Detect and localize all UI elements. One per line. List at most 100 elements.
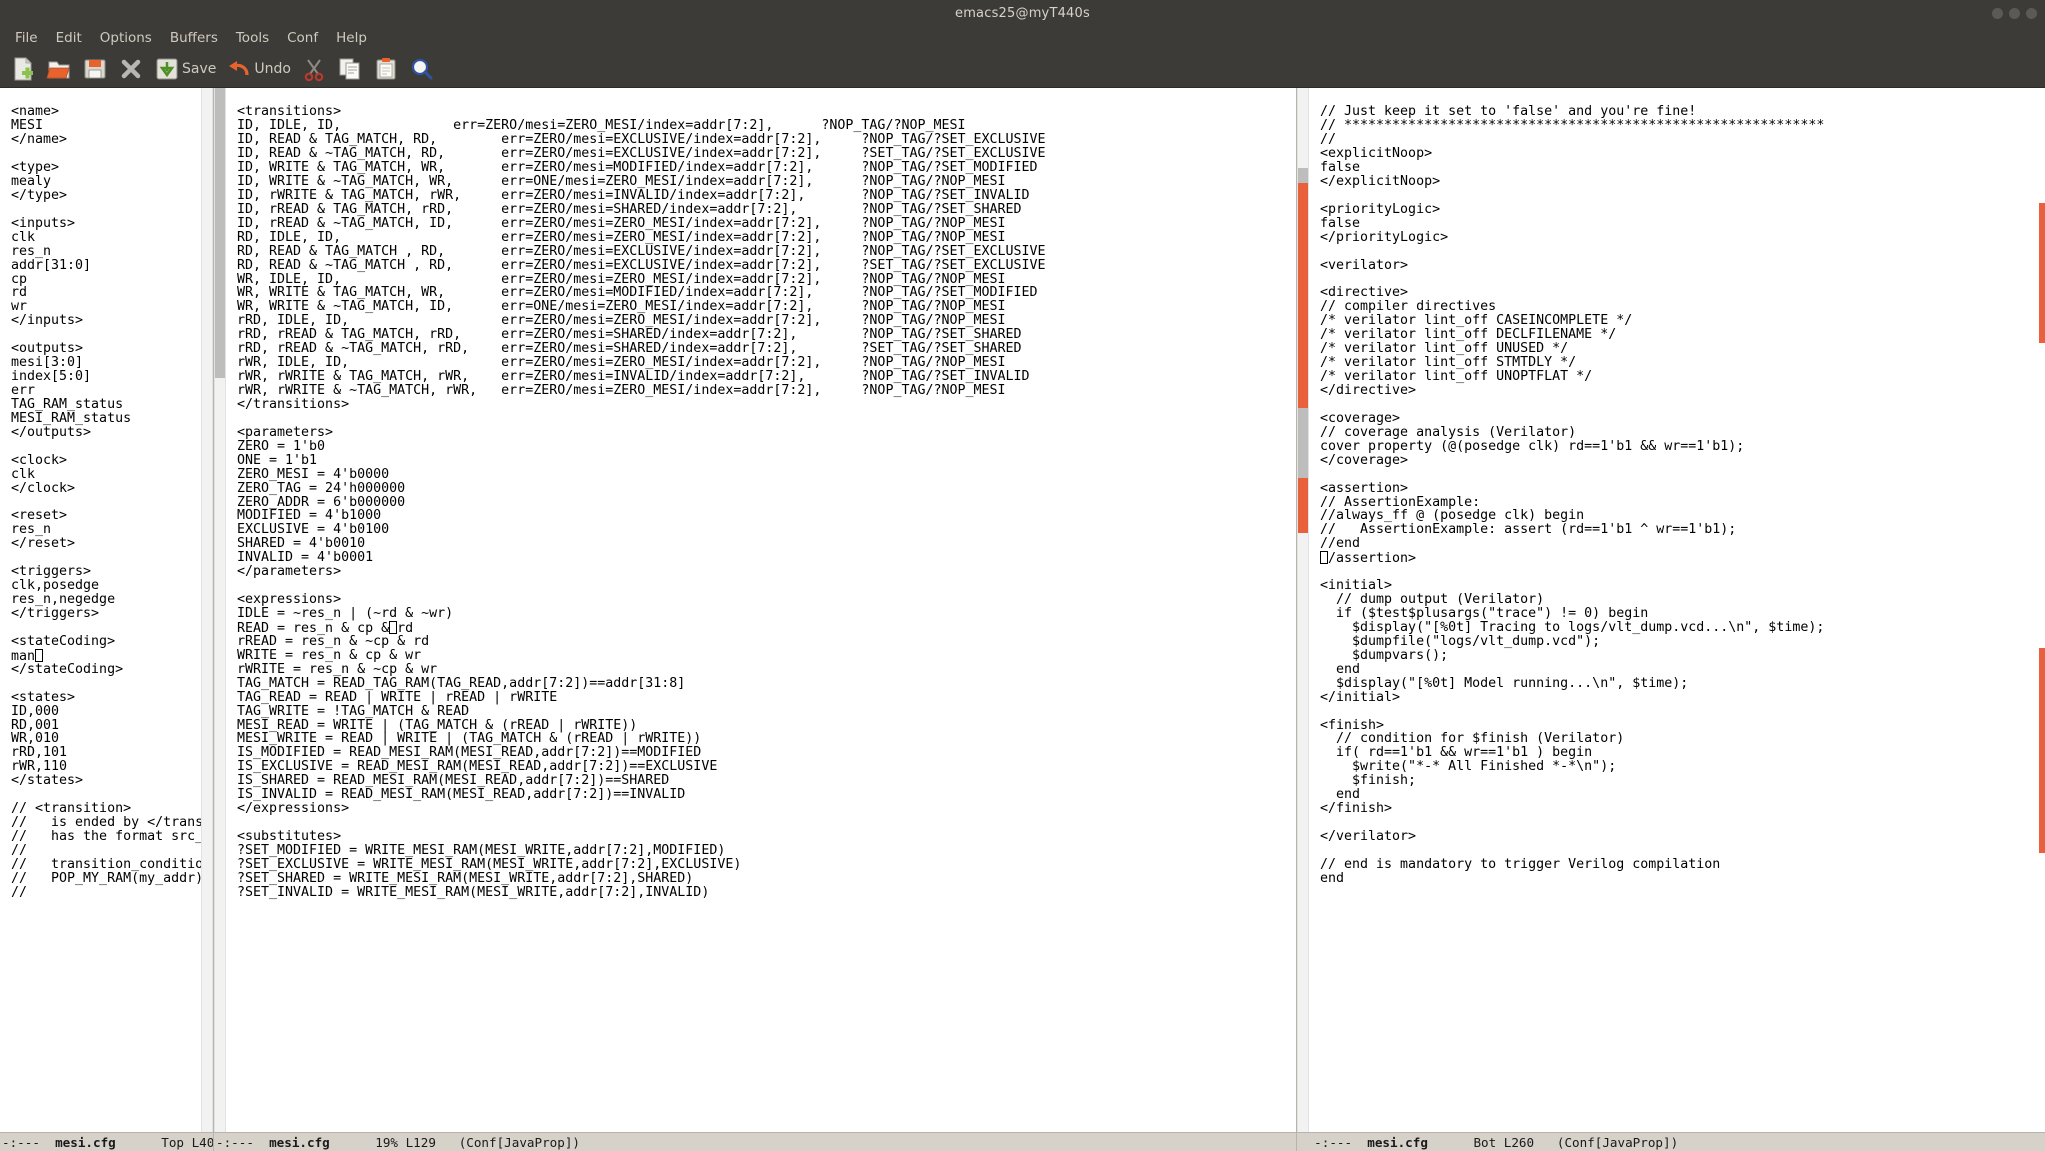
buffer-line: ?SET_MODIFIED = WRITE_MESI_RAM(MESI_WRIT… [237, 842, 726, 858]
buffer-line: /* verilator lint_off CASEINCOMPLETE */ [1320, 313, 1633, 329]
buffer-line: </name> [11, 132, 68, 148]
buffer-line: </initial> [1320, 689, 1401, 705]
buffer-line: IS_EXCLUSIVE = READ_MESI_RAM(MESI_READ,a… [237, 759, 718, 775]
close-buffer-button[interactable] [114, 52, 148, 86]
buffer-line: // condition for $finish (Verilator) [1320, 731, 1625, 747]
buffer-line: if ($test$plusargs("trace") != 0) begin [1320, 606, 1649, 622]
buffer-text-middle[interactable]: <transitions> ID, IDLE, ID, err=ZERO/mesi… [235, 101, 1296, 1118]
buffer-line: ONE = 1'b1 [237, 452, 318, 468]
minimize-button[interactable] [1992, 7, 2003, 19]
cut-button[interactable] [297, 52, 331, 86]
new-file-button[interactable] [6, 52, 40, 86]
buffer-line: end [1320, 870, 1345, 886]
buffer-line: <name> [11, 104, 60, 120]
menu-tools[interactable]: Tools [227, 28, 278, 48]
buffer-line: addr[31:0] [11, 257, 92, 273]
save-down-arrow-icon [156, 58, 178, 79]
buffer-line: </reset> [11, 536, 76, 552]
text-cursor [1320, 551, 1328, 565]
open-file-button[interactable] [42, 52, 76, 86]
paste-button[interactable] [369, 52, 403, 86]
scrollbar-left[interactable] [201, 88, 213, 1132]
search-magnifier-icon [411, 58, 433, 79]
buffer-line: rWR, IDLE, ID, err=ZERO/mesi=ZERO_MESI/i… [237, 355, 1006, 371]
buffer-line: // Just keep it set to 'false' and you'r… [1320, 104, 1697, 120]
buffer-line: WR,010 [11, 731, 60, 747]
modeline-left-buffer: mesi.cfg [55, 1134, 116, 1150]
buffer-line: <initial> [1320, 578, 1393, 594]
undo-arrow-icon [229, 60, 249, 75]
buffer-line: <clock> [11, 452, 68, 468]
scrollbar-middle-thumb[interactable] [215, 88, 225, 378]
buffer-line: </explicitNoop> [1320, 173, 1441, 189]
buffer-text-left[interactable]: <name> MESI </name> <type> mealy </type> <inpu… [9, 101, 201, 1118]
buffer-line [11, 328, 201, 342]
buffer-line [11, 203, 201, 217]
paste-clipboard-icon [376, 57, 396, 79]
buffer-line: <substitutes> [237, 829, 342, 845]
buffer-text-right[interactable]: // Just keep it set to 'false' and you'r… [1318, 101, 2045, 1118]
buffer-line: res_n,negedge [11, 592, 116, 608]
buffer-line: // AssertionExample: assert (rd==1'b1 ^ … [1320, 522, 1737, 538]
modeline-middle-buffer: mesi.cfg [269, 1134, 330, 1150]
buffer-line: $dumpvars(); [1320, 647, 1449, 663]
modeline-left-position: Top L40 [161, 1134, 213, 1150]
buffer-line [237, 816, 1296, 830]
buffer-line: // dump output (Verilator) [1320, 592, 1545, 608]
buffer-line: ID, IDLE, ID, err=ZERO/mesi=ZERO_MESI/in… [237, 118, 966, 134]
buffer-line [1320, 468, 2045, 482]
buffer-line: <inputs> [11, 215, 76, 231]
scroll-mark-3 [1298, 478, 1308, 533]
buffer-line: <triggers> [11, 564, 92, 580]
menu-conf[interactable]: Conf [278, 28, 327, 48]
buffer-line: WR, WRITE & TAG_MATCH, WR, err=ZERO/mesi… [237, 285, 1038, 301]
buffer-line: ?SET_SHARED = WRITE_MESI_RAM(MESI_WRITE,… [237, 870, 694, 886]
buffer-line: clk [11, 229, 36, 245]
buffer-line: ?SET_INVALID = WRITE_MESI_RAM(MESI_WRITE… [237, 884, 710, 900]
buffer-line: EXCLUSIVE = 4'b0100 [237, 522, 390, 538]
buffer-line: </expressions> [237, 801, 350, 817]
buffer-line: cover property (@(posedge clk) rd==1'b1 … [1320, 438, 1745, 454]
new-file-icon [14, 56, 33, 80]
buffer-line: WR, IDLE, ID, err=ZERO/mesi=ZERO_MESI/in… [237, 271, 1006, 287]
buffer-line [237, 412, 1296, 426]
cut-scissors-icon [304, 58, 324, 81]
buffer-line: </states> [11, 773, 84, 789]
buffer-line: MESI_RAM_status [11, 410, 132, 426]
buffer-line [11, 788, 201, 802]
save-file-button[interactable] [78, 52, 112, 86]
copy-button[interactable] [333, 52, 367, 86]
copy-icon [339, 58, 360, 79]
buffer-line [11, 440, 201, 454]
menu-edit[interactable]: Edit [47, 28, 91, 48]
scrollbar-left-thumb[interactable] [202, 88, 212, 238]
menu-file[interactable]: File [6, 28, 47, 48]
search-button[interactable] [405, 52, 439, 86]
buffer-line: // [1320, 132, 1337, 148]
maximize-button[interactable] [2009, 7, 2020, 19]
undo-button[interactable]: Undo [222, 52, 295, 86]
buffer-line: </stateCoding> [11, 661, 124, 677]
buffer-line: </type> [11, 187, 68, 203]
menu-options[interactable]: Options [91, 28, 161, 48]
buffer-line: ZERO_MESI = 4'b0000 [237, 466, 390, 482]
save-button[interactable]: Save [150, 52, 220, 86]
menu-help[interactable]: Help [327, 28, 376, 48]
buffer-line: // POP_MY_RAM(my_addr) to➜ [11, 870, 201, 886]
scrollbar-right[interactable] [1297, 88, 1309, 1132]
buffer-line: READ = res_n & cp & rd [237, 620, 414, 636]
buffer-line: ID, rREAD & TAG_MATCH, rRD, err=ZERO/mes… [237, 201, 1022, 217]
buffer-line: $finish; [1320, 773, 1417, 789]
buffer-line: MESI_WRITE = READ | WRITE | (TAG_MATCH &… [237, 731, 702, 747]
buffer-line: rWR, rWRITE & ~TAG_MATCH, rWR, err=ZERO/… [237, 383, 1006, 399]
buffer-line: $display("[%0t] Tracing to logs/vlt_dump… [1320, 619, 1825, 635]
menu-buffers[interactable]: Buffers [161, 28, 227, 48]
modeline-right-position: Bot L260 [1473, 1134, 1535, 1150]
edge-mark-bottom [2039, 648, 2045, 853]
buffer-line: rWRITE = res_n & ~cp & wr [237, 661, 438, 677]
frame-right-edge [2039, 88, 2045, 1132]
close-button[interactable] [2026, 7, 2037, 19]
menubar: File Edit Options Buffers Tools Conf Hel… [0, 26, 2045, 50]
buffer-line: /* verilator lint_off STMTDLY */ [1320, 355, 1577, 371]
scrollbar-middle[interactable] [214, 88, 226, 1132]
